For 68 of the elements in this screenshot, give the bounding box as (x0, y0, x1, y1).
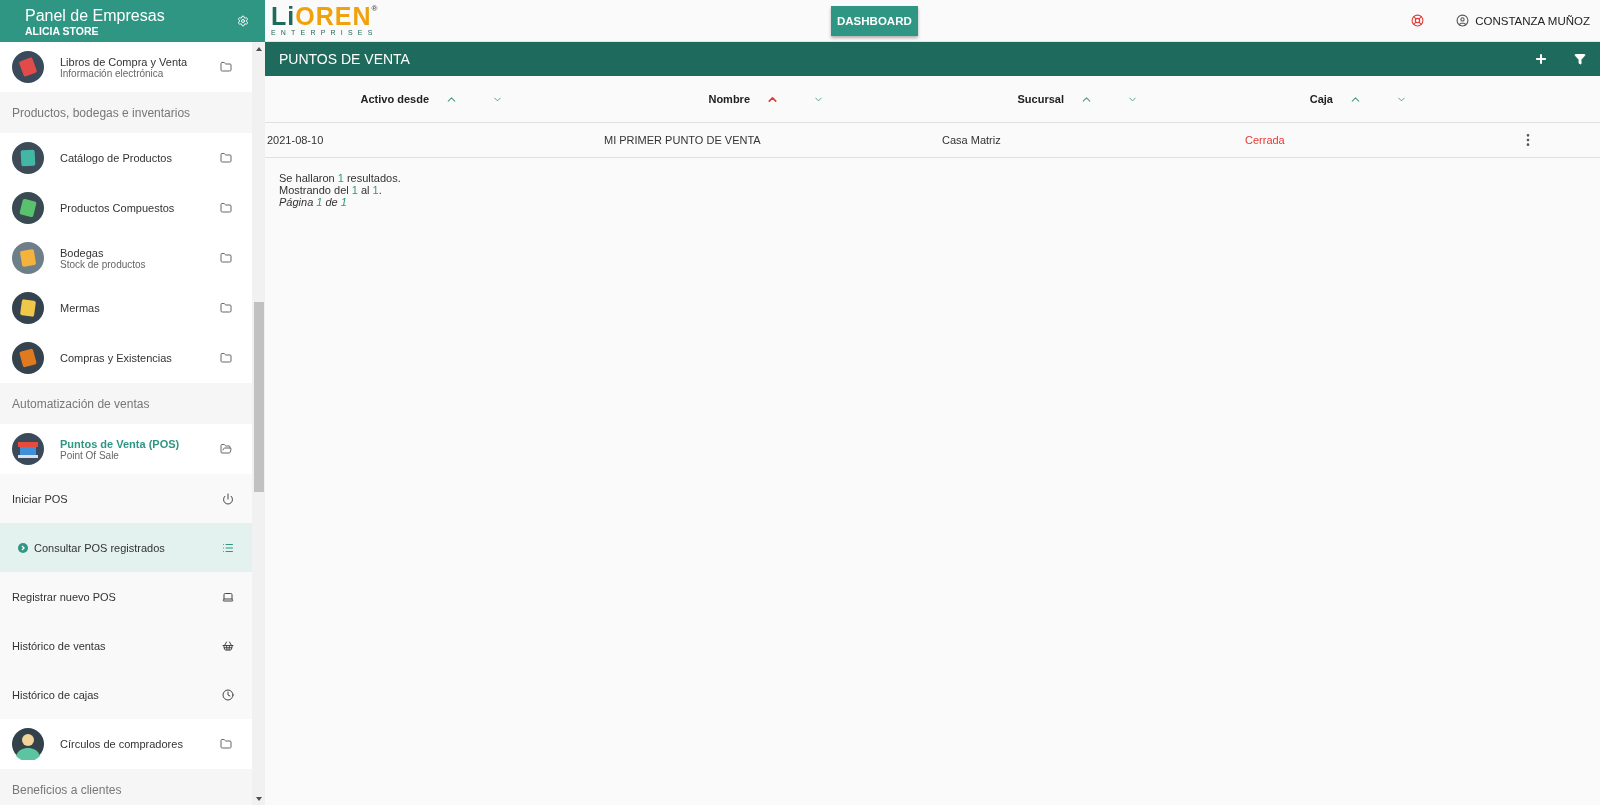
results-summary-text: Se hallaron 1 resultados. (279, 172, 402, 184)
panel-title: PUNTOS DE VENTA (279, 51, 411, 67)
power-icon (222, 492, 234, 505)
user-menu[interactable]: CONSTANZA MUÑOZ (1456, 14, 1590, 27)
folder-icon (220, 252, 232, 264)
sidebar-module-item[interactable]: Catálogo de Productos (0, 133, 252, 183)
results-summary-text: Mostrando del 1 al 1. (279, 184, 383, 196)
module-title: Libros de Compra y Venta (60, 55, 189, 68)
section-heading: Automatización de ventas (0, 383, 252, 424)
sidebar-title: Panel de Empresas (25, 5, 165, 25)
folder-icon (220, 152, 232, 164)
sidebar-menu-item[interactable]: Consultar POS registrados (0, 523, 252, 572)
help-icon[interactable] (1411, 14, 1425, 27)
folder-icon (220, 738, 232, 750)
column-header: Activo desde (360, 93, 429, 105)
module-subtitle: Stock de productos (60, 258, 147, 270)
person-avatar-icon (12, 728, 44, 760)
folder-icon (220, 302, 232, 314)
settings-icon[interactable] (237, 15, 249, 27)
section-heading: Productos, bodegas e inventarios (0, 92, 252, 133)
filter-button[interactable] (1574, 53, 1586, 65)
module-illustration-icon (12, 192, 44, 224)
sidebar-module-item[interactable]: Productos Compuestos (0, 183, 252, 233)
table-cell-text: Casa Matriz (941, 134, 1002, 146)
laptop-icon (222, 590, 234, 603)
module-illustration-icon (12, 142, 44, 174)
module-illustration-icon (12, 342, 44, 374)
sidebar-module-item[interactable]: Puntos de Venta (POS) Point Of Sale (0, 424, 252, 474)
logo-wordmark: LiOREN® (271, 4, 380, 28)
add-button[interactable] (1534, 52, 1548, 66)
clock-icon (222, 688, 234, 701)
module-title: Círculos de compradores (60, 738, 184, 750)
module-subtitle: Información electrónica (60, 67, 165, 79)
column-header: Sucursal (1017, 93, 1064, 105)
sidebar-module-item[interactable]: Compras y Existencias (0, 333, 252, 383)
results-summary-text: Página 1 de 1 (279, 196, 348, 208)
module-illustration-icon (12, 292, 44, 324)
table-cell-text: MI PRIMER PUNTO DE VENTA (603, 134, 762, 146)
sidebar-module-item[interactable]: Bodegas Stock de productos (0, 233, 252, 283)
column-header: Nombre (708, 93, 750, 105)
scrollbar[interactable] (252, 42, 265, 805)
store-name: ALICIA STORE (25, 24, 100, 37)
table-cell-text: 2021-08-10 (266, 134, 325, 146)
module-illustration-icon (12, 242, 44, 274)
module-title: Bodegas (60, 246, 105, 259)
module-title: Mermas (60, 302, 101, 314)
dashboard-button[interactable]: DASHBOARD (831, 5, 918, 36)
list-icon (222, 541, 234, 554)
module-title: Compras y Existencias (60, 352, 173, 364)
section-heading: Beneficios a clientes (0, 769, 252, 805)
module-title: Catálogo de Productos (60, 152, 173, 164)
user-icon (1456, 14, 1470, 27)
column-header: Caja (1309, 93, 1333, 105)
module-title: Productos Compuestos (60, 202, 176, 214)
folder-icon (220, 352, 232, 364)
chevron-circle-icon (18, 542, 28, 553)
module-illustration-icon (12, 51, 44, 83)
folder-icon (220, 61, 232, 73)
status-cell-text: Cerrada (1244, 134, 1286, 146)
module-title: Puntos de Venta (POS) (60, 437, 181, 450)
module-subtitle: Point Of Sale (60, 449, 120, 461)
sidebar-module-item[interactable]: Libros de Compra y Venta Información electrónica (0, 42, 252, 92)
module-illustration-icon (12, 433, 44, 465)
open-folder-icon (220, 443, 232, 455)
sidebar-module-item[interactable]: Círculos de compradores (0, 719, 252, 769)
basket-icon (222, 639, 234, 652)
sidebar-module-item[interactable]: Mermas (0, 283, 252, 333)
folder-icon (220, 202, 232, 214)
